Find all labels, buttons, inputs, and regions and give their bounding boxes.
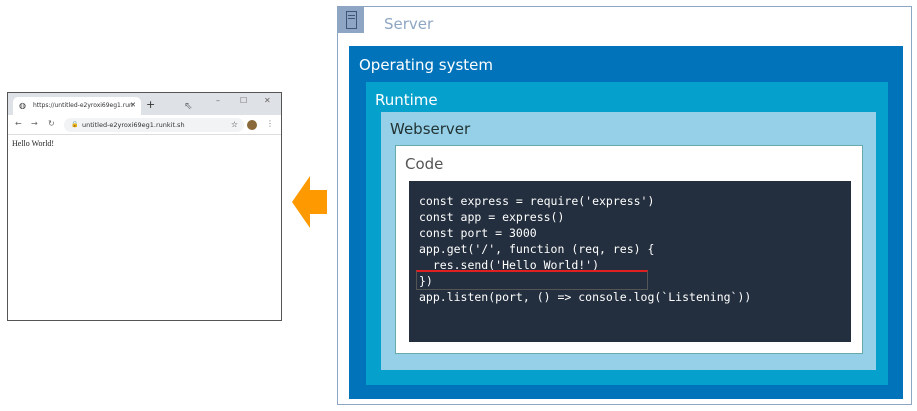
- new-tab-icon[interactable]: +: [146, 98, 155, 111]
- runtime-label: Runtime: [375, 91, 438, 109]
- server-label: Server: [384, 15, 434, 33]
- browser-tab[interactable]: ◍ https://untitled-e2yroxi69eg1.run ✕: [13, 97, 141, 115]
- os-label: Operating system: [359, 56, 493, 74]
- minimize-icon[interactable]: –: [216, 96, 220, 105]
- reload-icon[interactable]: ↻: [48, 119, 55, 128]
- tab-bar: ◍ https://untitled-e2yroxi69eg1.run ✕ + …: [8, 93, 281, 115]
- highlight-box: [416, 270, 648, 290]
- code-line: const app = express(): [419, 210, 565, 224]
- close-window-icon[interactable]: ✕: [264, 96, 271, 105]
- menu-icon[interactable]: ⋮: [266, 119, 274, 128]
- url-text: untitled-e2yroxi69eg1.runkit.sh: [82, 121, 185, 129]
- forward-icon[interactable]: →: [31, 119, 38, 128]
- globe-icon: ◍: [19, 101, 26, 110]
- code-label: Code: [405, 155, 444, 173]
- server-icon: [338, 7, 364, 33]
- code-line: const express = require('express'): [419, 194, 655, 208]
- browser-window: ◍ https://untitled-e2yroxi69eg1.run ✕ + …: [7, 92, 282, 321]
- close-tab-icon[interactable]: ✕: [130, 101, 136, 109]
- webserver-label: Webserver: [390, 120, 471, 138]
- maximize-icon[interactable]: ☐: [240, 96, 247, 105]
- tab-title: https://untitled-e2yroxi69eg1.run: [33, 102, 133, 109]
- code-line: const port = 3000: [419, 226, 537, 240]
- arrow-left-icon: [292, 176, 327, 228]
- cursor-icon: ⇖: [184, 101, 193, 112]
- star-icon[interactable]: ☆: [231, 120, 238, 129]
- code-line: app.get('/', function (req, res) {: [419, 242, 655, 256]
- page-content: Hello World!: [12, 139, 55, 148]
- code-block: const express = require('express') const …: [409, 181, 851, 342]
- code-line: app.listen(port, () => console.log(`List…: [419, 290, 752, 304]
- back-icon[interactable]: ←: [15, 119, 22, 128]
- avatar[interactable]: [247, 120, 257, 130]
- lock-icon: 🔒: [71, 121, 79, 128]
- url-field[interactable]: 🔒 untitled-e2yroxi69eg1.runkit.sh ☆: [64, 118, 244, 132]
- address-bar-row: ← → ↻ 🔒 untitled-e2yroxi69eg1.runkit.sh …: [8, 115, 281, 135]
